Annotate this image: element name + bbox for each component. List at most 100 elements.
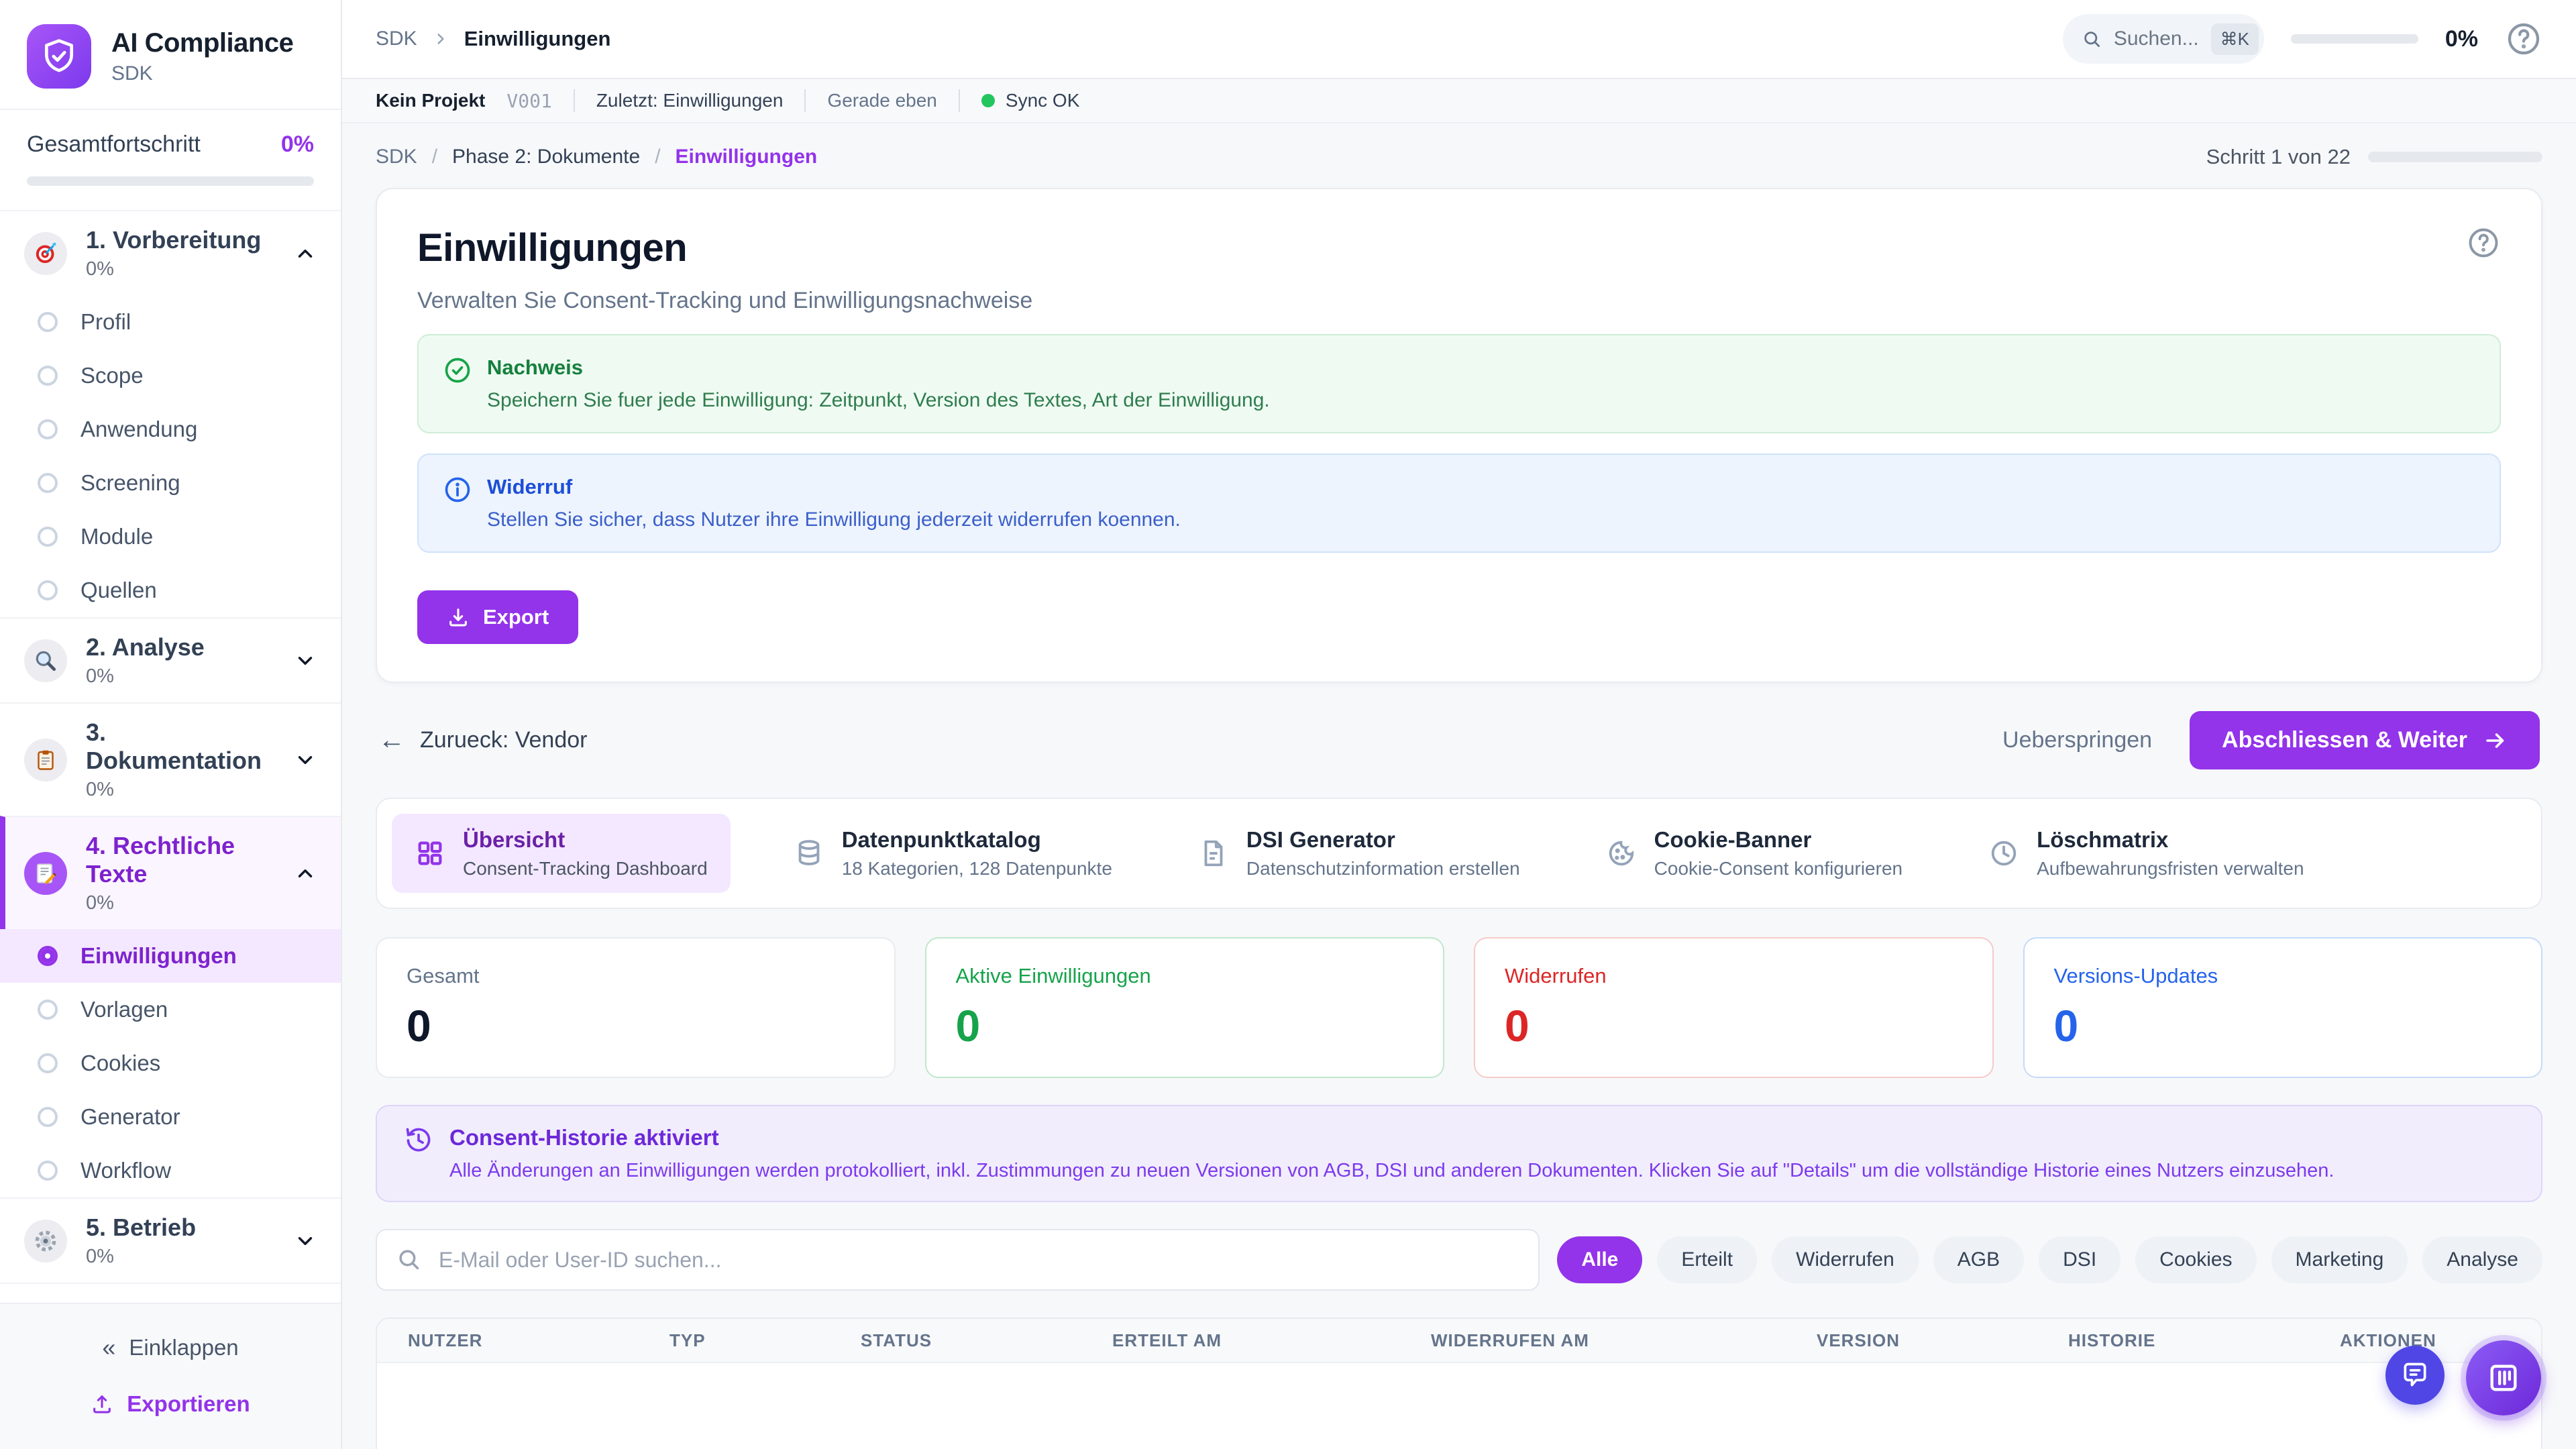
page-content: SDK / Phase 2: Dokumente / Einwilligunge… [342, 123, 2576, 1449]
chip-agb[interactable]: AGB [1933, 1236, 2024, 1283]
divider [804, 89, 806, 112]
sidebar-item-quellen[interactable]: Quellen [0, 564, 341, 617]
sidebar-item-einwilligungen[interactable]: Einwilligungen [0, 929, 341, 983]
tab-uebersicht[interactable]: ÜbersichtConsent-Tracking Dashboard [392, 814, 731, 893]
sidebar-section-betrieb: 5. Betrieb 0% [0, 1197, 341, 1283]
global-search-button[interactable]: Suchen... ⌘K [2063, 14, 2264, 64]
chat-fab-button[interactable] [2385, 1346, 2445, 1405]
chevron-up-icon [294, 242, 317, 265]
last-saved-time: Gerade eben [827, 90, 936, 111]
tab-title: Übersicht [463, 827, 708, 853]
user-search-input[interactable] [376, 1229, 1540, 1291]
next-button-label: Abschliessen & Weiter [2222, 727, 2467, 753]
export-sidebar-button[interactable]: Exportieren [0, 1379, 341, 1429]
sync-ok-dot-icon [981, 94, 995, 107]
tab-dsi-generator[interactable]: DSI GeneratorDatenschutzinformation erst… [1175, 814, 1543, 893]
section-header-vorbereitung[interactable]: 1. Vorbereitung 0% [0, 211, 341, 295]
project-name: Kein Projekt [376, 90, 485, 111]
breadcrumb-phase[interactable]: Phase 2: Dokumente [452, 146, 640, 168]
sidebar-item-label: Module [80, 524, 153, 549]
kanban-columns-icon [2486, 1360, 2521, 1395]
sidebar-item-cookies[interactable]: Cookies [0, 1036, 341, 1090]
arrow-left-icon: ← [378, 725, 405, 755]
chip-analyse[interactable]: Analyse [2422, 1236, 2542, 1283]
sidebar-nav: 1. Vorbereitung 0% Profil Scope Anwendun… [0, 210, 341, 1303]
tab-loeschmatrix[interactable]: LöschmatrixAufbewahrungsfristen verwalte… [1966, 814, 2326, 893]
radio-unchecked-icon [38, 527, 58, 547]
chip-cookies[interactable]: Cookies [2135, 1236, 2256, 1283]
sidebar-item-label: Anwendung [80, 417, 197, 442]
sidebar-item-screening[interactable]: Screening [0, 456, 341, 510]
kanban-fab-button[interactable] [2466, 1340, 2541, 1415]
section-header-betrieb[interactable]: 5. Betrieb 0% [0, 1199, 341, 1283]
target-icon [24, 232, 67, 275]
breadcrumb-root[interactable]: SDK [376, 28, 417, 50]
export-button[interactable]: Export [417, 590, 578, 644]
consent-history-banner: Consent-Historie aktiviert Alle Änderung… [376, 1105, 2542, 1202]
tab-subtitle: Aufbewahrungsfristen verwalten [2037, 858, 2304, 879]
sidebar-item-vorlagen[interactable]: Vorlagen [0, 983, 341, 1036]
document-icon [1198, 838, 1229, 869]
sidebar-item-profil[interactable]: Profil [0, 295, 341, 349]
sidebar-item-label: Profil [80, 309, 131, 335]
alert-title: Widerruf [487, 475, 1181, 499]
alert-nachweis: Nachweis Speichern Sie fuer jede Einwill… [417, 334, 2501, 433]
subnav-tabs: ÜbersichtConsent-Tracking Dashboard Date… [376, 798, 2542, 909]
breadcrumb-sdk[interactable]: SDK [376, 146, 417, 168]
app-logo-row: AI Compliance SDK [0, 0, 341, 109]
chip-erteilt[interactable]: Erteilt [1657, 1236, 1757, 1283]
divider [959, 89, 960, 112]
chip-dsi[interactable]: DSI [2039, 1236, 2121, 1283]
stat-value: 0 [2054, 1000, 2512, 1051]
sidebar-item-scope[interactable]: Scope [0, 349, 341, 402]
alert-text: Speichern Sie fuer jede Einwilligung: Ze… [487, 389, 1270, 412]
search-icon [396, 1246, 421, 1272]
breadcrumb-separator: / [655, 146, 660, 168]
section-header-dokumentation[interactable]: 3. Dokumentation 0% [0, 704, 341, 816]
sidebar-section-rechtliche-texte: 4. Rechtliche Texte 0% [0, 816, 341, 929]
consents-table: NUTZER TYP STATUS ERTEILT AM WIDERRUFEN … [376, 1318, 2542, 1449]
chip-alle[interactable]: Alle [1557, 1236, 1642, 1283]
section-progress: 0% [86, 665, 275, 688]
tab-cookie-banner[interactable]: Cookie-BannerCookie-Consent konfiguriere… [1583, 814, 1925, 893]
help-icon[interactable] [2466, 225, 2501, 260]
column-header-typ: TYP [669, 1330, 861, 1351]
stats-row: Gesamt 0 Aktive Einwilligungen 0 Widerru… [376, 937, 2542, 1078]
filter-chips: Alle Erteilt Widerrufen AGB DSI Cookies … [1557, 1236, 2542, 1283]
chip-marketing[interactable]: Marketing [2271, 1236, 2408, 1283]
tab-datenpunktkatalog[interactable]: Datenpunktkatalog18 Kategorien, 128 Date… [771, 814, 1135, 893]
skip-button[interactable]: Ueberspringen [2002, 727, 2152, 753]
section-header-analyse[interactable]: 2. Analyse 0% [0, 619, 341, 702]
sidebar-item-module[interactable]: Module [0, 510, 341, 564]
sync-status: Sync OK [981, 90, 1079, 111]
search-icon [2082, 29, 2102, 49]
double-chevron-left-icon: « [102, 1334, 115, 1362]
chip-widerrufen[interactable]: Widerrufen [1772, 1236, 1919, 1283]
sidebar-item-label: Generator [80, 1104, 180, 1130]
sidebar-item-anwendung[interactable]: Anwendung [0, 402, 341, 456]
overall-progress-label: Gesamtfortschritt [27, 131, 201, 158]
header-progress-bar [2291, 34, 2418, 44]
tab-subtitle: 18 Kategorien, 128 Datenpunkte [842, 858, 1112, 879]
sidebar-item-workflow[interactable]: Workflow [0, 1144, 341, 1197]
complete-next-button[interactable]: Abschliessen & Weiter [2190, 711, 2540, 769]
sidebar-item-label: Workflow [80, 1158, 171, 1183]
sidebar-item-generator[interactable]: Generator [0, 1090, 341, 1144]
page-subtitle: Verwalten Sie Consent-Tracking und Einwi… [417, 288, 2501, 314]
stat-card-gesamt: Gesamt 0 [376, 937, 896, 1078]
sidebar-section-dokumentation: 3. Dokumentation 0% [0, 702, 341, 816]
back-link[interactable]: ← Zurueck: Vendor [378, 725, 587, 755]
section-label: 4. Rechtliche Texte [86, 832, 235, 888]
tab-title: DSI Generator [1246, 827, 1520, 853]
breadcrumb-current: Einwilligungen [464, 27, 611, 51]
section-label: 5. Betrieb [86, 1214, 196, 1241]
breadcrumb: SDK / Phase 2: Dokumente / Einwilligunge… [376, 146, 817, 168]
sync-status-label: Sync OK [1006, 90, 1079, 111]
stat-label: Widerrufen [1505, 964, 1963, 988]
section-label: 2. Analyse [86, 633, 205, 661]
help-icon[interactable] [2505, 20, 2542, 58]
column-header-widerrufen-am: WIDERRUFEN AM [1431, 1330, 1817, 1351]
sidebar-item-label: Vorlagen [80, 997, 168, 1022]
section-header-rechtliche-texte[interactable]: 4. Rechtliche Texte 0% [5, 817, 341, 929]
collapse-sidebar-button[interactable]: « Einklappen [0, 1323, 341, 1373]
